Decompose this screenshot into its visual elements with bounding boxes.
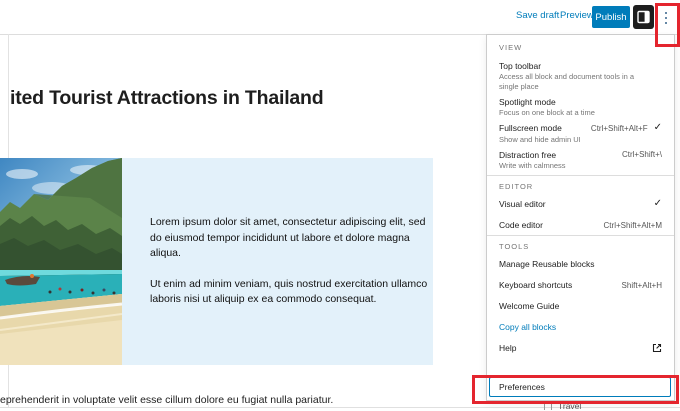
menu-item-visual-editor[interactable]: Visual editor ✓	[499, 199, 662, 210]
menu-divider	[487, 175, 674, 176]
menu-section-editor: EDITOR	[499, 182, 662, 191]
annotation-box-options-button	[655, 3, 680, 47]
menu-item-description: Write with calmness	[499, 161, 654, 171]
media-text-content[interactable]: Lorem ipsum dolor sit amet, consectetur …	[122, 158, 433, 365]
menu-item-label: Spotlight mode	[499, 97, 556, 107]
menu-section-tools: TOOLS	[499, 242, 662, 251]
menu-item-help[interactable]: Help	[499, 343, 662, 354]
keyboard-shortcut: Shift+Alt+H	[622, 281, 662, 290]
gutenberg-editor: Save draft Preview Publish ited Tourist …	[0, 0, 680, 411]
menu-item-description: Focus on one block at a time	[499, 108, 654, 118]
menu-item-label: Welcome Guide	[499, 301, 559, 311]
keyboard-shortcut: Ctrl+Shift+Alt+M	[604, 221, 662, 230]
menu-item-label: Code editor	[499, 220, 543, 230]
options-dropdown-menu: VIEW Top toolbar Access all block and do…	[486, 34, 675, 401]
checkmark-icon: ✓	[654, 199, 662, 209]
media-text-block[interactable]: Lorem ipsum dolor sit amet, consectetur …	[0, 158, 433, 365]
menu-section-view: VIEW	[499, 43, 662, 52]
menu-item-fullscreen-mode[interactable]: Fullscreen mode Ctrl+Shift+Alt+F ✓ Show …	[499, 123, 662, 145]
external-link-icon	[652, 343, 662, 353]
menu-item-spotlight-mode[interactable]: Spotlight mode Focus on one block at a t…	[499, 96, 662, 118]
preview-button[interactable]: Preview	[560, 10, 594, 21]
menu-item-label: Manage Reusable blocks	[499, 259, 594, 269]
menu-item-label: Distraction free	[499, 150, 556, 160]
menu-item-label: Keyboard shortcuts	[499, 280, 572, 290]
publish-button[interactable]: Publish	[592, 6, 630, 28]
menu-item-label: Fullscreen mode	[499, 123, 562, 133]
beach-photo	[0, 158, 122, 365]
menu-divider	[487, 235, 674, 236]
beach-photo-graphic	[0, 158, 122, 365]
menu-item-keyboard-shortcuts[interactable]: Keyboard shortcuts Shift+Alt+H	[499, 280, 662, 291]
menu-item-code-editor[interactable]: Code editor Ctrl+Shift+Alt+M	[499, 220, 662, 231]
menu-item-description: Access all block and document tools in a…	[499, 72, 654, 91]
menu-item-copy-all-blocks[interactable]: Copy all blocks	[499, 322, 662, 333]
checkmark-icon: ✓	[654, 123, 662, 133]
menu-item-label: Visual editor	[499, 199, 546, 209]
menu-item-description: Show and hide admin UI	[499, 135, 654, 145]
post-title[interactable]: ited Tourist Attractions in Thailand	[10, 87, 323, 110]
sidebar-panel-icon	[637, 10, 650, 24]
menu-item-manage-reusable-blocks[interactable]: Manage Reusable blocks	[499, 259, 662, 270]
keyboard-shortcut: Ctrl+Shift+\	[622, 150, 662, 159]
menu-item-label: Top toolbar	[499, 61, 541, 71]
settings-sidebar-toggle-button[interactable]	[633, 5, 654, 29]
save-draft-button[interactable]: Save draft	[516, 10, 559, 21]
body-paragraph[interactable]: Lorem ipsum dolor sit amet, consectetur …	[150, 215, 432, 262]
menu-item-top-toolbar[interactable]: Top toolbar Access all block and documen…	[499, 60, 662, 91]
annotation-box-preferences	[472, 375, 679, 404]
menu-item-welcome-guide[interactable]: Welcome Guide	[499, 301, 662, 312]
editor-header: Save draft Preview Publish	[0, 0, 680, 35]
body-paragraph[interactable]: Ut enim ad minim veniam, quis nostrud ex…	[150, 277, 432, 308]
menu-item-label: Help	[499, 343, 516, 353]
keyboard-shortcut: Ctrl+Shift+Alt+F	[591, 124, 648, 133]
menu-item-label: Copy all blocks	[499, 322, 556, 332]
body-paragraph-bottom[interactable]: eprehenderit in voluptate velit esse cil…	[0, 394, 420, 406]
menu-item-distraction-free[interactable]: Distraction free Ctrl+Shift+\ Write with…	[499, 149, 662, 171]
